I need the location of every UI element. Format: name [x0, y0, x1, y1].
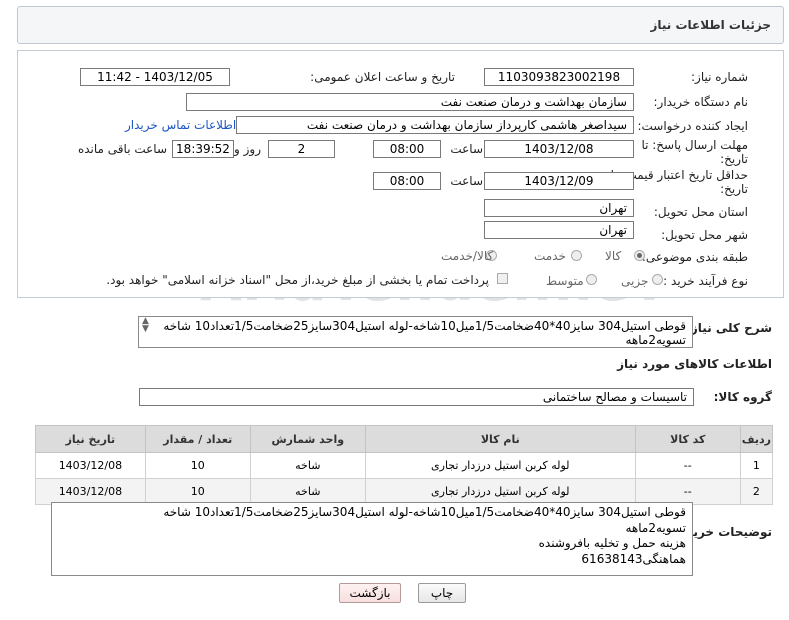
days-remaining-field[interactable]: 2 — [268, 140, 335, 158]
buyer-contact-link[interactable]: اطلاعات تماس خریدار — [125, 118, 236, 132]
print-button[interactable]: چاپ — [418, 583, 466, 603]
table-cell: -- — [634, 478, 741, 505]
column-header: واحد شمارش — [249, 425, 366, 453]
category-option-goods: کالا — [605, 249, 622, 263]
column-header: کد کالا — [634, 425, 741, 453]
table-cell: 10 — [144, 452, 251, 479]
category-radio-service[interactable] — [571, 250, 582, 261]
table-cell: 10 — [144, 478, 251, 505]
goods-group-label: گروه کالا: — [713, 390, 772, 404]
table-cell: 1403/12/08 — [35, 452, 146, 479]
buyer-notes-line: تسویه2ماهه — [625, 520, 686, 535]
process-label: نوع فرآیند خرید : — [663, 274, 748, 288]
category-option-goods-service: کالا/خدمت — [441, 249, 494, 263]
remaining-time-field[interactable]: 18:39:52 — [172, 140, 234, 158]
column-header: تعداد / مقدار — [144, 425, 251, 453]
table-cell: 1 — [739, 452, 774, 479]
description-textarea[interactable]: قوطی استیل304 سایز40*40ضخامت1/5میل10شاخه… — [138, 316, 693, 348]
table-header-row: ردیف کد کالا نام کالا واحد شمارش تعداد /… — [35, 425, 774, 453]
goods-group-field[interactable]: تاسیسات و مصالح ساختمانی — [139, 388, 694, 406]
column-header: ردیف — [739, 425, 774, 453]
buyer-notes-textarea[interactable]: قوطی استیل304 سایز40*40ضخامت1/5میل10شاخه… — [51, 502, 693, 576]
deadline-time-label: ساعت — [450, 142, 483, 156]
validity-label-2: تاریخ: — [720, 182, 748, 196]
table-cell: لوله کربن استیل درزدار تجاری — [364, 478, 636, 505]
province-field[interactable]: تهران — [484, 199, 634, 217]
requester-field[interactable]: سیداصغر هاشمی کارپرداز سازمان بهداشت و د… — [236, 116, 634, 134]
category-radio-goods[interactable] — [634, 250, 645, 261]
process-radio-medium[interactable] — [586, 274, 597, 285]
scroll-arrows-icon[interactable]: ▲ ▼ — [142, 317, 149, 334]
description-text: قوطی استیل304 سایز40*40ضخامت1/5میل10شاخه… — [163, 319, 686, 347]
deadline-label-2: تاریخ: — [720, 152, 748, 166]
validity-date-field[interactable]: 1403/12/09 — [484, 172, 634, 190]
table-cell: 1403/12/08 — [35, 478, 146, 505]
category-label: طبقه بندی موضوعی: — [641, 250, 748, 264]
table-cell: -- — [634, 452, 741, 479]
process-radio-minor[interactable] — [652, 274, 663, 285]
column-header: تاریخ نیاز — [35, 425, 146, 453]
remaining-time-label: ساعت باقی مانده — [77, 142, 167, 156]
province-label: استان محل تحویل: — [653, 205, 748, 219]
buyer-notes-line: هماهنگی61638143 — [581, 551, 686, 566]
treasury-payment-note: پرداخت تمام یا بخشی از مبلغ خرید،از محل … — [106, 273, 489, 287]
buyer-notes-line: قوطی استیل304 سایز40*40ضخامت1/5میل10شاخه… — [163, 505, 686, 519]
deadline-time-field[interactable]: 08:00 — [373, 140, 441, 158]
requester-label: ایجاد کننده درخواست: — [637, 119, 748, 133]
need-number-label: شماره نیاز: — [691, 70, 748, 84]
items-table: ردیف کد کالا نام کالا واحد شمارش تعداد /… — [35, 425, 774, 505]
treasury-payment-checkbox[interactable] — [497, 273, 508, 284]
column-header: نام کالا — [364, 425, 636, 453]
city-field[interactable]: تهران — [484, 221, 634, 239]
deadline-date-field[interactable]: 1403/12/08 — [484, 140, 634, 158]
back-button[interactable]: بازگشت — [339, 583, 401, 603]
page-title: جزئیات اطلاعات نیاز — [650, 18, 771, 32]
days-label: روز و — [234, 142, 261, 156]
description-label: شرح کلی نیاز: — [686, 321, 772, 335]
deadline-label-1: مهلت ارسال پاسخ: تا — [641, 138, 748, 152]
buyer-org-field[interactable]: سازمان بهداشت و درمان صنعت نفت — [186, 93, 634, 111]
validity-time-label: ساعت — [450, 174, 483, 188]
page-header: جزئیات اطلاعات نیاز — [17, 6, 784, 44]
city-label: شهر محل تحویل: — [661, 228, 748, 242]
announce-date-field[interactable]: 1403/12/05 - 11:42 — [80, 68, 230, 86]
table-cell: شاخه — [249, 452, 366, 479]
table-cell: شاخه — [249, 478, 366, 505]
announce-date-label: تاریخ و ساعت اعلان عمومی: — [310, 70, 455, 84]
buyer-org-label: نام دستگاه خریدار: — [653, 95, 749, 109]
need-number-field[interactable]: 1103093823002198 — [484, 68, 634, 86]
goods-section-title: اطلاعات کالاهای مورد نیاز — [617, 357, 772, 371]
table-cell: لوله کربن استیل درزدار تجاری — [364, 452, 636, 479]
process-option-minor: جزیی — [621, 274, 649, 288]
category-option-service: خدمت — [534, 249, 566, 263]
table-row: 2 -- لوله کربن استیل درزدار تجاری شاخه 1… — [35, 478, 774, 505]
process-option-medium: متوسط — [546, 274, 584, 288]
table-cell: 2 — [739, 478, 774, 505]
validity-time-field[interactable]: 08:00 — [373, 172, 441, 190]
buyer-notes-line: هزینه حمل و تخلیه بافروشنده — [538, 536, 686, 550]
table-row: 1 -- لوله کربن استیل درزدار تجاری شاخه 1… — [35, 452, 774, 479]
